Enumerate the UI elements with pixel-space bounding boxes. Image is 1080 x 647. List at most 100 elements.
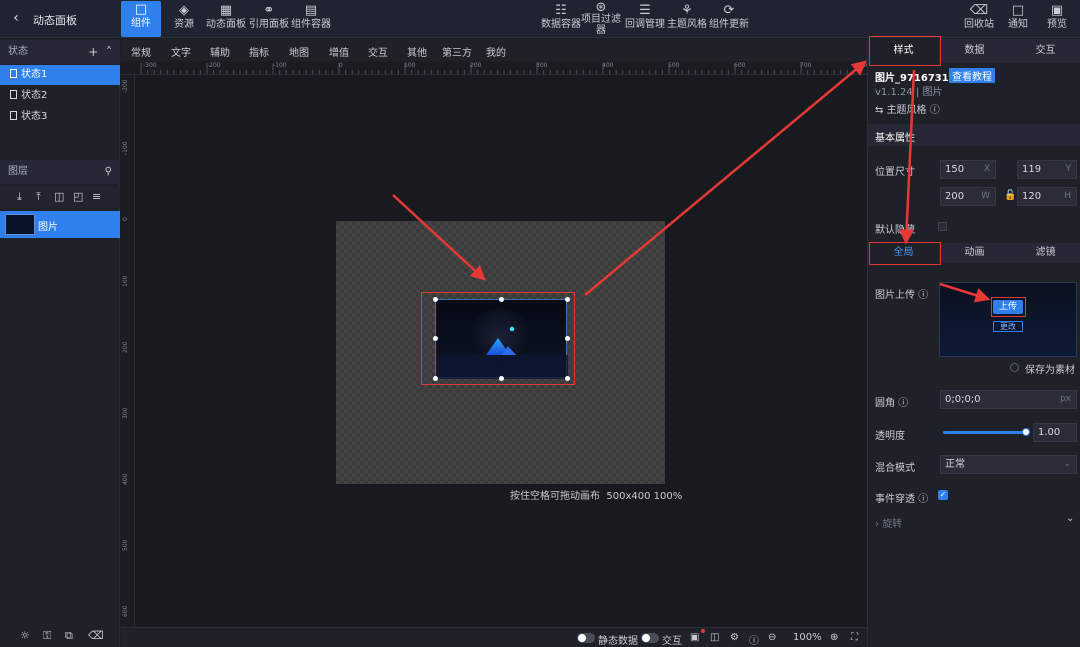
delete-icon[interactable]: ⌫ [88,629,104,642]
toolbar-theme-button[interactable]: ⚘ 主题风格 [667,2,707,36]
state-item[interactable]: 状态2 [0,86,120,106]
palette-icon: ⚘ [681,3,693,18]
ruler-tick-label: 500 [122,539,129,551]
fit-screen-icon[interactable]: ⛶ [851,632,858,643]
file-icon [10,90,17,99]
trash-icon: ⌫ [969,3,989,18]
state-item[interactable]: 状态3 [0,107,120,127]
category-tab[interactable]: 第三方 [442,44,472,59]
subtab-filter[interactable]: 滤镜 [1010,243,1080,263]
move-bottom-icon[interactable]: ⤒ [36,190,41,204]
interact-toggle[interactable] [641,633,659,643]
ruler-tick-label: 600 [122,605,129,617]
image-upload-area[interactable]: 上传 更改 [939,282,1077,357]
back-icon[interactable]: ‹ [8,10,24,26]
states-header: 状态 + ˄ [0,40,120,64]
toolbar-filter-button[interactable]: ⊛ 项目过滤器 [581,1,621,36]
toolbar-callback-button[interactable]: ☰ 回调管理 [625,2,665,36]
opacity-slider[interactable] [943,431,1027,434]
category-tab[interactable]: 指标 [249,44,269,59]
help-icon[interactable]: ⓘ [749,632,759,647]
panel-icon[interactable]: ◫ [710,632,719,643]
toolbar-notify-button[interactable]: □ 通知 [1005,2,1031,36]
opacity-label: 透明度 [875,431,905,442]
category-tab[interactable]: 文字 [171,44,191,59]
ruler-horizontal: -300 -200 -100 0 100 200 300 400 500 600… [121,61,867,75]
lock-icon[interactable]: ⚿ [43,629,51,643]
section-basic: 基本属性 [868,124,1080,146]
add-icon[interactable]: + [88,45,98,59]
subtab-animation[interactable]: 动画 [939,243,1010,263]
pointer-events-checkbox[interactable]: ✓ [938,490,948,500]
collapse-icon[interactable]: ˄ [106,45,112,59]
toolbar-container-button[interactable]: ▤ 组件容器 [290,2,332,36]
ruler-tick-label: 600 [734,62,746,69]
move-top-icon[interactable]: ⤓ [17,190,22,204]
chevron-down-icon[interactable]: ⌄ [1066,513,1074,524]
toolbar-ref-panel-button[interactable]: ⚭ 引用面板 [248,2,290,36]
monitor-icon: ▣ [1050,3,1064,18]
zoom-in-icon[interactable]: ⊕ [830,632,838,643]
align-icon[interactable]: ≡ [92,190,101,203]
copy-icon[interactable]: ⧉ [65,629,73,643]
theme-style-link[interactable]: ⇆ 主题风格 ⓘ [875,101,940,116]
layer-tools: ⤓ ⤒ ◫ ◰ ≡ [0,186,120,208]
ungroup-icon[interactable]: ◰ [73,190,83,203]
tab-data[interactable]: 数据 [939,39,1010,63]
static-data-toggle[interactable] [577,633,595,643]
tab-interact[interactable]: 交互 [1010,39,1080,63]
width-input[interactable]: 200 W [940,187,996,206]
ruler-tick-label: 100 [122,275,129,287]
rotate-section[interactable]: › 旋转 [875,515,902,530]
pointer-events-label: 事件穿透 ⓘ [875,494,929,505]
ruler-tick-label: 0 [339,62,343,69]
save-material-radio[interactable] [1010,363,1019,372]
ruler-tick-label: -200 [207,62,221,69]
ruler-tick-label: -100 [273,62,287,69]
bulb-icon[interactable]: ☼ [20,629,30,642]
toolbar-trash-button[interactable]: ⌫ 回收站 [962,2,996,36]
x-input[interactable]: 150 X [940,160,996,179]
radius-input[interactable]: 0;0;0;0 px [940,390,1077,409]
y-input[interactable]: 119 Y [1017,160,1077,179]
state-item[interactable]: 状态1 [0,65,120,85]
category-tab[interactable]: 地图 [289,44,309,59]
category-tab[interactable]: 交互 [368,44,388,59]
zoom-out-icon[interactable]: ⊖ [768,632,776,643]
container-icon: ▤ [304,3,318,18]
category-tab[interactable]: 我的 [486,44,506,59]
category-tab[interactable]: 增值 [329,44,349,59]
tutorial-link[interactable]: 查看教程 [949,68,995,83]
layer-thumbnail [5,214,35,235]
ruler-vertical: -200 -100 0 100 200 300 400 500 600 [121,75,135,627]
settings-icon[interactable]: ⚙ [730,632,739,643]
ruler-tick-label: 500 [668,62,680,69]
image-upload-label: 图片上传 ⓘ [875,290,929,301]
default-hidden-checkbox[interactable] [938,222,947,231]
search-icon[interactable]: ⚲ [105,160,112,184]
layer-item[interactable]: 图片 [0,211,120,238]
toolbar-update-button[interactable]: ⟳ 组件更新 [709,2,749,36]
category-tab[interactable]: 辅助 [210,44,230,59]
toolbar-component-button[interactable]: □ 组件 [121,1,161,37]
toolbar-resource-button[interactable]: ◈ 资源 [166,2,202,36]
change-button[interactable]: 更改 [993,321,1023,332]
screen-icon[interactable]: ▣ [690,632,699,643]
toolbar-dynamic-panel-button[interactable]: ▦ 动态面板 [205,2,247,36]
blend-mode-select[interactable]: 正常 ⌄ [940,455,1077,474]
layers-header: 图层 ⚲ [0,160,120,184]
blend-mode-label: 混合模式 [875,463,915,474]
annotation-highlight [421,292,575,385]
lock-ratio-icon[interactable]: 🔓 [1004,190,1016,201]
group-icon[interactable]: ◫ [54,190,64,203]
category-tab[interactable]: 常规 [131,44,151,59]
height-input[interactable]: 120 H [1017,187,1077,206]
toolbar-data-container-button[interactable]: ☷ 数据容器 [540,2,582,36]
help-icon: ⓘ [929,105,940,116]
category-tab[interactable]: 其他 [407,44,427,59]
toolbar-preview-button[interactable]: ▣ 预览 [1044,2,1070,36]
zoom-value[interactable]: 100% [793,632,822,643]
opacity-slider-handle[interactable] [1022,428,1030,436]
opacity-input[interactable]: 1.00 [1033,423,1077,442]
refresh-icon: ⟳ [723,3,735,18]
